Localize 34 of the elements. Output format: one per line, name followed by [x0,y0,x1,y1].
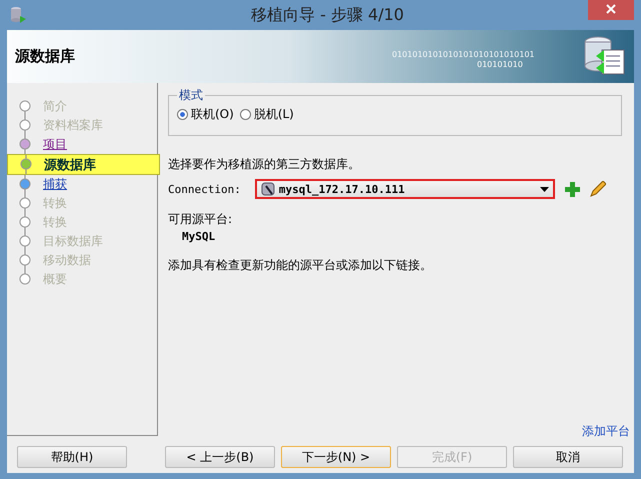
step-label: 转换 [43,195,67,212]
add-platform-link[interactable]: 添加平台 [582,423,630,440]
binary-text: 0101010101010101010101010101 [392,50,535,59]
pencil-icon[interactable] [590,181,606,197]
step-label[interactable]: 捕获 [43,176,67,193]
window-title: 移植向导 - 步骤 4/10 [250,4,405,26]
page-heading: 源数据库 [15,47,75,66]
close-icon [606,4,616,14]
platform-name: MySQL [182,230,216,243]
database-arrows-icon [582,36,626,76]
wizard-button[interactable]: 下一步(N) > [281,446,391,468]
connection-dropdown[interactable]: mysql_172.17.10.111 [254,179,555,199]
step-label[interactable]: 项目 [43,136,67,153]
wizard-button[interactable]: 取消 [513,446,623,468]
binary-text: 010101010 [477,60,523,69]
group-label: 模式 [178,87,204,104]
step-label: 目标数据库 [43,233,103,250]
wizard-button[interactable]: 帮助(H) [17,446,127,468]
step-label: 转换 [43,214,67,231]
instruction-text: 选择要作为移植源的第三方数据库。 [168,156,361,173]
step-label: 移动数据 [43,252,91,269]
close-button[interactable] [588,0,634,20]
step-label: 源数据库 [44,156,96,174]
note-text: 添加具有检查更新功能的源平台或添加以下链接。 [168,257,433,274]
step-label: 概要 [43,271,67,288]
radio-option[interactable]: 脱机(L) [240,106,294,123]
plus-icon[interactable] [564,182,580,196]
connection-label: Connection: [168,182,241,196]
caret-icon [540,186,549,192]
radio-option[interactable]: 联机(O) [177,106,234,123]
wizard-button[interactable]: < 上一步(B) [165,446,275,468]
step-label: 资料档案库 [43,117,103,134]
step-label: 简介 [43,98,67,115]
platforms-label: 可用源平台: [168,211,234,228]
